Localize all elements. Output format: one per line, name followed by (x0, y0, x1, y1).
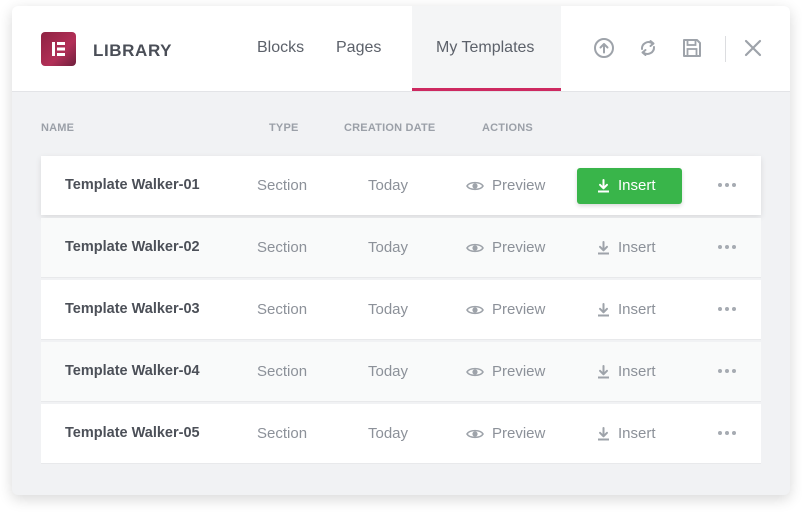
tab-my-templates[interactable]: My Templates (436, 39, 534, 57)
preview-label: Preview (492, 425, 546, 442)
table-row: Template Walker-01 Section Today Preview… (41, 156, 761, 215)
table-row: Template Walker-03 Section Today Preview… (41, 280, 761, 340)
insert-label: Insert (618, 425, 656, 442)
template-type: Section (257, 301, 308, 318)
active-tab-indicator (412, 88, 561, 91)
library-header: LIBRARY Blocks Pages My Templates (12, 6, 790, 92)
template-type: Section (257, 239, 308, 256)
table-row: Template Walker-02 Section Today Preview… (41, 218, 761, 278)
insert-button[interactable]: Insert (577, 168, 682, 204)
download-icon (598, 303, 609, 317)
table-row: Template Walker-05 Section Today Preview… (41, 404, 761, 464)
column-header-creation-date: Creation Date (344, 122, 436, 134)
template-creation-date: Today (368, 239, 409, 256)
insert-button[interactable]: Insert (577, 416, 682, 452)
template-name: Template Walker-01 (65, 177, 200, 193)
more-options-icon[interactable] (717, 302, 737, 316)
table-row: Template Walker-04 Section Today Preview… (41, 342, 761, 402)
column-header-type: Type (269, 122, 299, 134)
template-creation-date: Today (368, 301, 409, 318)
download-icon (598, 241, 609, 255)
insert-button[interactable]: Insert (577, 354, 682, 390)
save-icon[interactable] (681, 37, 703, 59)
insert-label: Insert (618, 301, 656, 318)
insert-label: Insert (618, 363, 656, 380)
elementor-logo-icon (52, 42, 65, 56)
template-name: Template Walker-04 (65, 363, 200, 379)
eye-icon (466, 367, 484, 377)
download-icon (598, 427, 609, 441)
library-title: LIBRARY (93, 41, 173, 60)
template-creation-date: Today (368, 177, 409, 194)
elementor-logo (41, 32, 76, 66)
upload-icon[interactable] (593, 37, 615, 59)
template-name: Template Walker-03 (65, 301, 200, 317)
template-type: Section (257, 425, 308, 442)
header-divider (725, 36, 726, 62)
eye-icon (466, 181, 484, 191)
more-options-icon[interactable] (717, 364, 737, 378)
insert-label: Insert (618, 239, 656, 256)
insert-button[interactable]: Insert (577, 230, 682, 266)
library-modal: LIBRARY Blocks Pages My Templates Name T… (12, 6, 790, 495)
sync-icon[interactable] (637, 37, 659, 59)
eye-icon (466, 305, 484, 315)
more-options-icon[interactable] (717, 240, 737, 254)
preview-label: Preview (492, 177, 546, 194)
preview-label: Preview (492, 363, 546, 380)
template-creation-date: Today (368, 425, 409, 442)
template-creation-date: Today (368, 363, 409, 380)
preview-label: Preview (492, 239, 546, 256)
download-icon (598, 365, 609, 379)
column-header-actions: Actions (482, 122, 533, 134)
tab-blocks[interactable]: Blocks (257, 39, 304, 57)
eye-icon (466, 243, 484, 253)
more-options-icon[interactable] (717, 426, 737, 440)
download-icon (598, 179, 609, 193)
column-header-name: Name (41, 122, 75, 134)
template-type: Section (257, 177, 308, 194)
insert-button[interactable]: Insert (577, 292, 682, 328)
template-name: Template Walker-02 (65, 239, 200, 255)
template-type: Section (257, 363, 308, 380)
more-options-icon[interactable] (717, 178, 737, 192)
close-icon[interactable] (742, 37, 764, 59)
template-name: Template Walker-05 (65, 425, 200, 441)
tab-pages[interactable]: Pages (336, 39, 381, 57)
insert-label: Insert (618, 177, 656, 194)
eye-icon (466, 429, 484, 439)
preview-label: Preview (492, 301, 546, 318)
